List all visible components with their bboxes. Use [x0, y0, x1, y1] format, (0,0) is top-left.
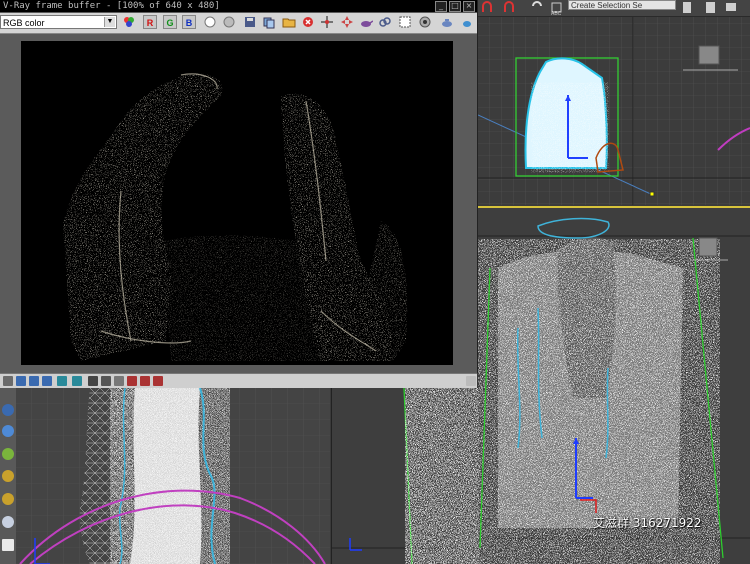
- levels-icon[interactable]: [3, 376, 13, 386]
- leaf-icon[interactable]: [2, 448, 14, 460]
- vfb-title-text: V-Ray frame buffer - [100% of 640 x 480]: [3, 1, 220, 11]
- viewport-top[interactable]: [478, 0, 750, 205]
- named-selection-set-combo[interactable]: Create Selection Se: [568, 0, 676, 10]
- vfb-title-bar[interactable]: V-Ray frame buffer - [100% of 640 x 480]: [0, 0, 477, 12]
- clear-icon[interactable]: [301, 15, 315, 29]
- vfb-toolbar: RGB color ▼ R G B: [0, 13, 477, 34]
- viewport-perspective-scene: [478, 208, 750, 564]
- track-mouse-icon[interactable]: [320, 15, 334, 29]
- history-icon[interactable]: [282, 15, 296, 29]
- blue-channel-button[interactable]: B: [182, 15, 196, 29]
- region-icon[interactable]: [398, 15, 412, 29]
- crosshair-icon[interactable]: [153, 376, 163, 386]
- rendered-splash-image: [21, 41, 453, 365]
- viewport-top-scene: [478, 0, 750, 205]
- teapot-icon[interactable]: [359, 15, 374, 29]
- histogram-icon[interactable]: [42, 376, 52, 386]
- lut-icon[interactable]: [57, 376, 67, 386]
- color-picker-icon[interactable]: [122, 15, 136, 29]
- lens-fx-icon[interactable]: [418, 15, 432, 29]
- selection-set-placeholder: Create Selection Se: [571, 1, 643, 10]
- close-button[interactable]: ×: [463, 1, 475, 12]
- minimize-button[interactable]: _: [435, 1, 447, 12]
- viewport-front-scene: [332, 388, 479, 564]
- teapot-render-icon[interactable]: [440, 15, 454, 29]
- arrow-icon[interactable]: [2, 404, 14, 416]
- ocio-icon[interactable]: [72, 376, 82, 386]
- gold-orb-icon[interactable]: [2, 470, 14, 482]
- linear-icon[interactable]: [101, 376, 111, 386]
- exposure-icon[interactable]: [29, 376, 39, 386]
- icc-icon[interactable]: [88, 376, 98, 386]
- vray-frame-buffer-window[interactable]: V-Ray frame buffer - [100% of 640 x 480]…: [0, 0, 478, 388]
- save-icon[interactable]: [243, 15, 257, 29]
- green-channel-button[interactable]: G: [163, 15, 177, 29]
- vfb-window-controls: _ □ ×: [435, 0, 475, 12]
- viewport-left-scene: [0, 388, 330, 564]
- snowflake-icon[interactable]: [2, 425, 14, 437]
- pinecone-icon[interactable]: [2, 493, 14, 505]
- teapot-small-icon[interactable]: [460, 15, 474, 29]
- viewport-left[interactable]: [0, 388, 330, 564]
- zoom-icon[interactable]: [127, 376, 137, 386]
- sphere-icon[interactable]: [2, 516, 14, 528]
- red-channel-button[interactable]: R: [143, 15, 157, 29]
- pan-icon[interactable]: [140, 376, 150, 386]
- collapse-icon[interactable]: [466, 376, 476, 386]
- viewport-front[interactable]: [331, 388, 479, 564]
- white-circle-icon[interactable]: [203, 15, 217, 29]
- curves-icon[interactable]: [16, 376, 26, 386]
- watermark-text: 艾滋群 316271922: [593, 516, 702, 530]
- grid-icon[interactable]: [2, 539, 14, 551]
- vfb-bottom-toolbar: [0, 373, 477, 388]
- viewport-perspective[interactable]: [478, 206, 750, 564]
- copy-icon[interactable]: [262, 15, 276, 29]
- side-tool-strip: [0, 388, 16, 564]
- link-icon[interactable]: [378, 15, 392, 29]
- render-canvas[interactable]: [21, 41, 453, 365]
- svg-text:ABC: ABC: [551, 11, 562, 16]
- chevron-down-icon: ▼: [104, 17, 115, 27]
- srgb-icon[interactable]: [114, 376, 124, 386]
- gray-circle-icon[interactable]: [222, 15, 236, 29]
- channel-select[interactable]: RGB color ▼: [0, 15, 117, 29]
- channel-select-value: RGB color: [3, 18, 45, 28]
- maximize-button[interactable]: □: [449, 1, 461, 12]
- compare-icon[interactable]: [340, 15, 354, 29]
